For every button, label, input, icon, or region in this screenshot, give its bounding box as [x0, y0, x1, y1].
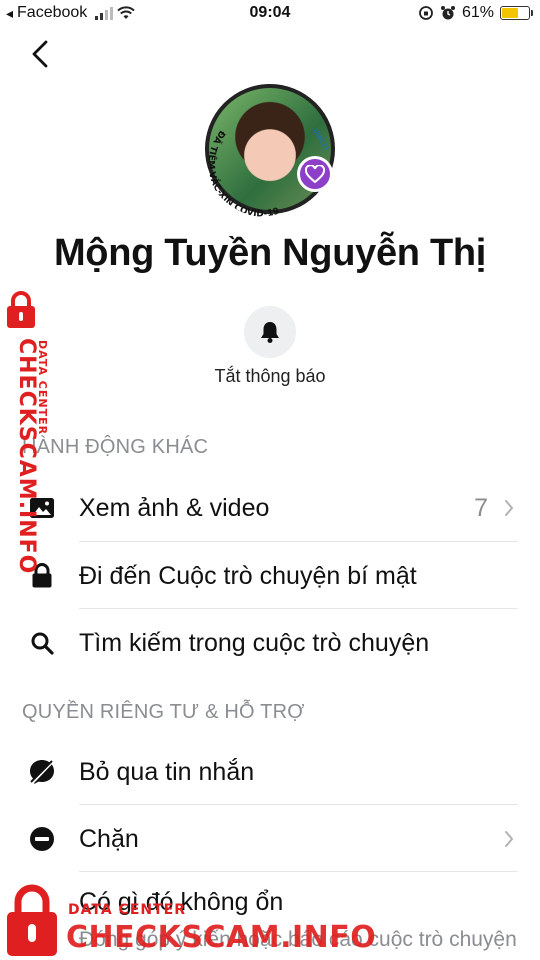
battery-icon [500, 6, 533, 20]
orientation-lock-icon [419, 6, 433, 20]
watermark-side: CHECKSCAM.INFO DATA CENTER [2, 290, 62, 574]
menu-item-label: Có gì đó không ổn [79, 888, 284, 916]
search-icon [28, 629, 56, 657]
menu-item-view-photos-videos[interactable]: Xem ảnh & video 7 [0, 474, 540, 542]
heart-badge-icon [297, 156, 333, 192]
watermark-tag: DATA CENTER [36, 340, 49, 436]
ignore-icon [28, 758, 56, 786]
avatar[interactable] [205, 84, 335, 214]
menu-item-label: Tìm kiếm trong cuộc trò chuyện [79, 628, 430, 657]
battery-percent: 61% [461, 4, 494, 21]
menu-item-block[interactable]: Chặn [0, 805, 540, 873]
profile-name: Mộng Tuyền Nguyễn Thị [53, 232, 487, 274]
mute-notifications-label: Tắt thông báo [214, 366, 326, 386]
menu-item-label: Đi đến Cuộc trò chuyện bí mật [79, 561, 417, 590]
warning-icon [28, 920, 56, 948]
chevron-right-icon [502, 498, 516, 518]
menu-item-ignore-messages[interactable]: Bỏ qua tin nhắn [0, 738, 540, 806]
block-icon [28, 825, 56, 853]
menu-item-label: Bỏ qua tin nhắn [79, 757, 255, 786]
section-header-privacy-support: QUYỀN RIÊNG TƯ & HỖ TRỢ [22, 701, 305, 723]
menu-item-secret-conversation[interactable]: Đi đến Cuộc trò chuyện bí mật [0, 542, 540, 610]
menu-item-label: Chặn [79, 824, 139, 853]
back-button[interactable] [22, 36, 58, 72]
menu-item-sublabel: Đóng góp ý kiến hoặc báo cáo cuộc trò ch… [79, 928, 517, 951]
status-right: 61% [418, 4, 533, 22]
bell-icon [261, 322, 279, 343]
media-count: 7 [474, 493, 488, 522]
chevron-right-icon [502, 829, 516, 849]
mute-notifications-button[interactable] [244, 306, 296, 358]
chevron-left-icon [32, 40, 48, 68]
watermark-lock-icon [7, 291, 35, 328]
status-bar: ◂ Facebook 09:04 61% [0, 0, 540, 28]
menu-item-search-conversation[interactable]: Tìm kiếm trong cuộc trò chuyện [0, 609, 540, 677]
alarm-icon [440, 6, 455, 20]
menu-item-label: Xem ảnh & video [79, 493, 270, 522]
